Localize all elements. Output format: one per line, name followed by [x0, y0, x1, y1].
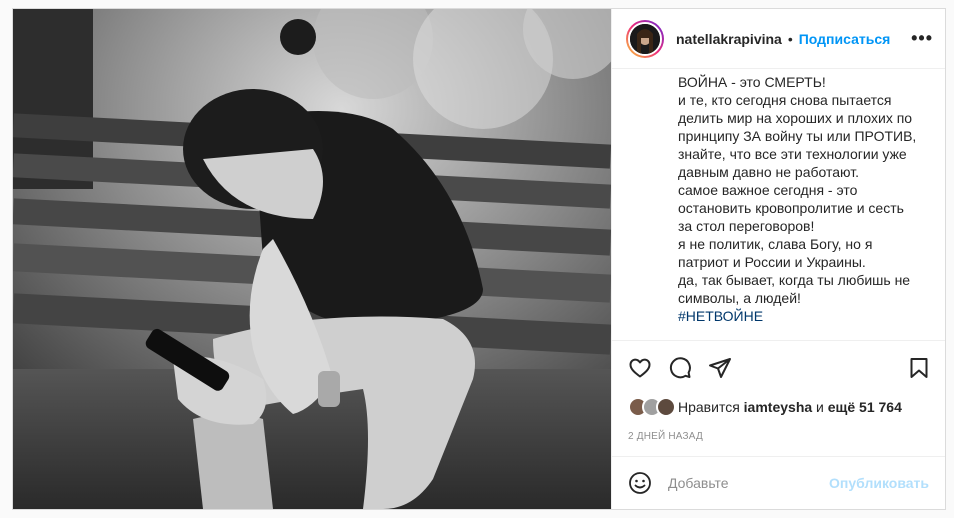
liker-username[interactable]: iamteysha	[744, 399, 812, 415]
heart-icon[interactable]	[628, 356, 652, 380]
liker-avatars[interactable]	[628, 397, 676, 417]
post-header: natellakrapivina • Подписаться •••	[612, 9, 945, 69]
likes-row: Нравится iamteysha и ещё 51 764	[612, 395, 945, 419]
likes-prefix: Нравится	[678, 399, 740, 415]
instagram-post: natellakrapivina • Подписаться ••• ВОЙНА…	[12, 8, 946, 510]
likes-middle: и	[816, 399, 824, 415]
caption-line: ВОЙНА - это СМЕРТЬ!	[678, 74, 826, 90]
post-photo[interactable]	[13, 9, 611, 509]
caption-line: делить мир на хороших и плохих по	[678, 110, 913, 126]
hashtag-link[interactable]: #НЕТВОЙНЕ	[678, 307, 929, 325]
avatar[interactable]	[628, 21, 662, 56]
caption-line: патриот и России и Украины.	[678, 254, 866, 270]
avatar-story-ring[interactable]	[626, 19, 664, 58]
username[interactable]: natellakrapivina	[676, 31, 782, 47]
caption-line: я не политик, слава Богу, но я	[678, 236, 873, 252]
post-side-panel: natellakrapivina • Подписаться ••• ВОЙНА…	[611, 9, 945, 509]
separator-dot: •	[787, 30, 793, 47]
share-icon[interactable]	[708, 356, 732, 380]
caption-line: давным давно не работают.	[678, 164, 859, 180]
caption-line: принципу ЗА войну ты или ПРОТИВ,	[678, 128, 917, 144]
comment-icon[interactable]	[668, 356, 692, 380]
post-timestamp[interactable]: 2 ДНЕЙ НАЗАД	[612, 419, 945, 457]
emoji-icon[interactable]	[628, 471, 652, 495]
post-photo-illustration	[13, 9, 611, 509]
post-caption: ВОЙНА - это СМЕРТЬ! и те, кто сегодня сн…	[612, 69, 945, 341]
caption-line: символы, а людей!	[678, 290, 801, 306]
bookmark-icon[interactable]	[907, 356, 931, 380]
caption-line: остановить кровопролитие и сесть	[678, 200, 904, 216]
more-icon[interactable]: •••	[911, 28, 933, 49]
caption-line: самое важное сегодня - это	[678, 182, 858, 198]
avatar-image	[630, 23, 660, 54]
comment-bar: Добавьте Опубликовать	[612, 457, 945, 509]
caption-line: да, так бывает, когда ты любишь не	[678, 272, 911, 288]
follow-button[interactable]: Подписаться	[799, 31, 891, 47]
caption-line: и те, кто сегодня снова пытается	[678, 92, 892, 108]
comment-input[interactable]: Добавьте	[668, 475, 829, 491]
caption-line: за стол переговоров!	[678, 218, 815, 234]
caption-line: знайте, что все эти технологии уже	[678, 146, 907, 162]
publish-button[interactable]: Опубликовать	[829, 475, 929, 491]
post-actions	[612, 341, 945, 395]
likes-count[interactable]: ещё 51 764	[828, 399, 902, 415]
liker-avatar[interactable]	[656, 397, 676, 417]
